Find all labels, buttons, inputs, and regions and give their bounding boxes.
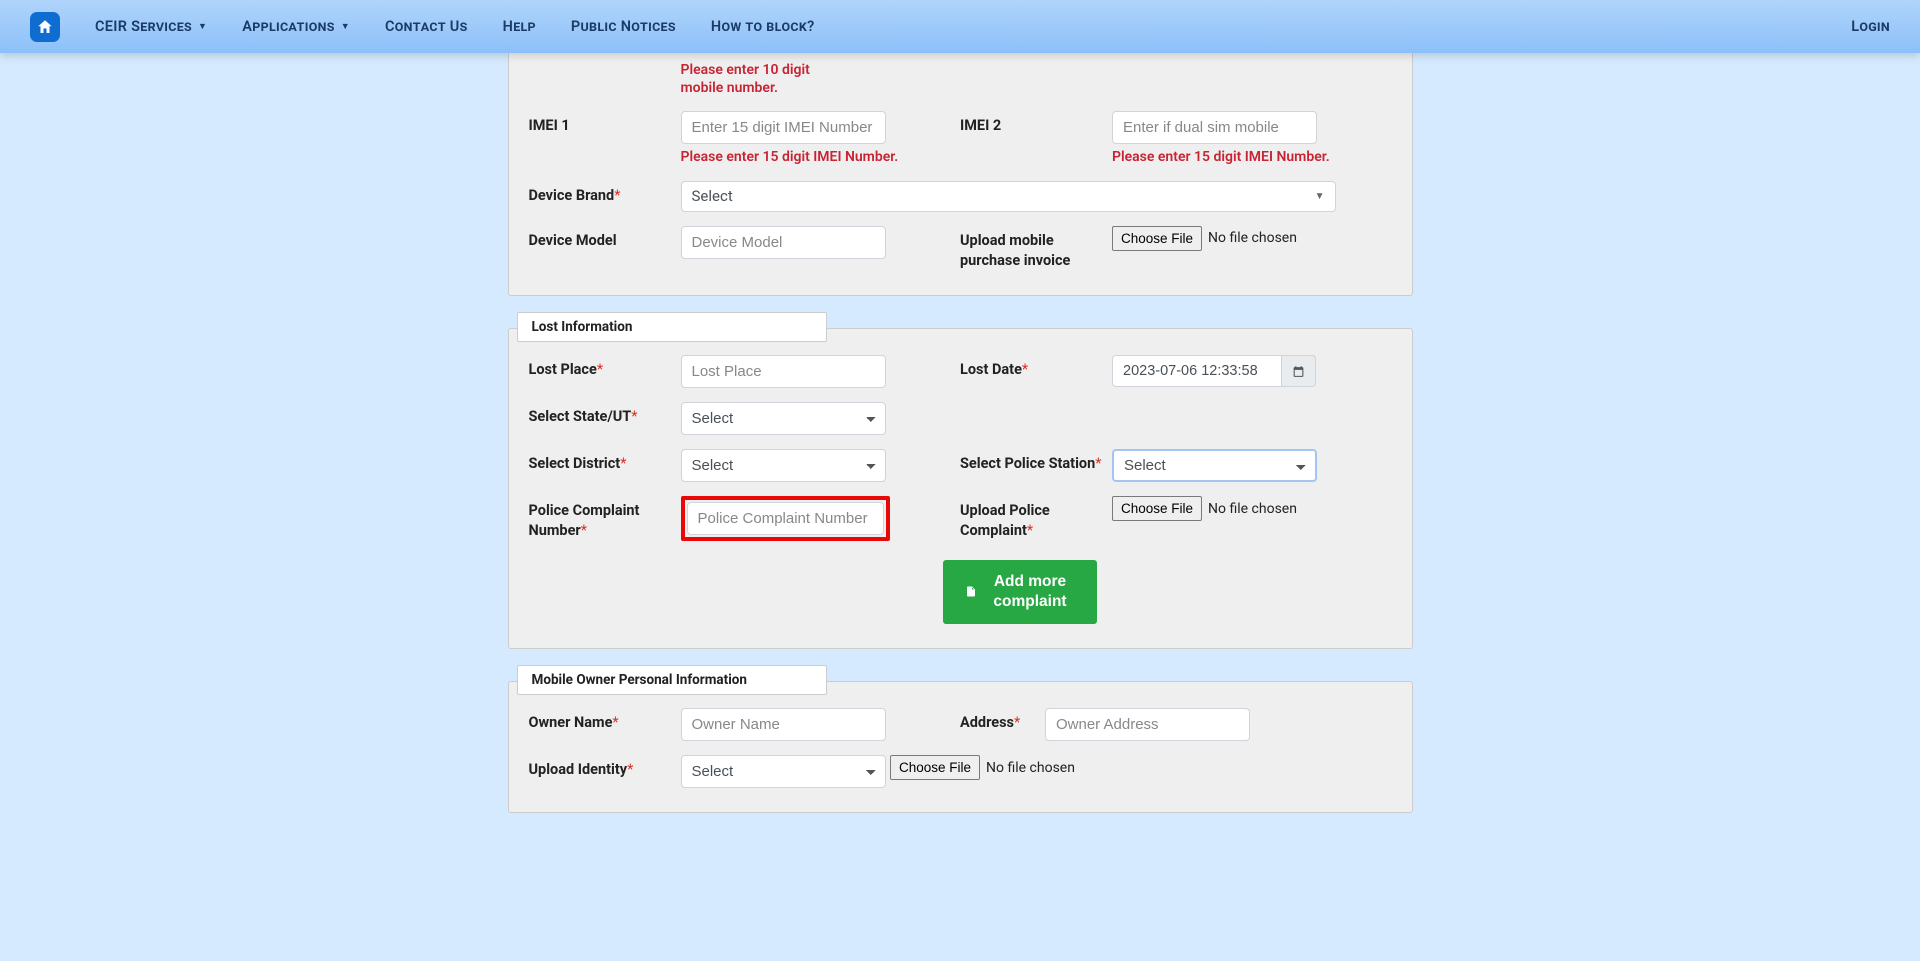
- login-link[interactable]: Login: [1851, 18, 1890, 35]
- police-station-label: Select Police Station*: [960, 449, 1112, 474]
- device-brand-label: Device Brand*: [529, 181, 681, 206]
- owner-info-fieldset: Mobile Owner Personal Information Owner …: [508, 681, 1413, 813]
- chevron-down-icon: ▼: [198, 21, 207, 32]
- lost-date-label: Lost Date*: [960, 355, 1112, 380]
- nav-label: How to block?: [711, 18, 815, 35]
- file-status-text: No file chosen: [1208, 501, 1297, 517]
- device-model-label: Device Model: [529, 226, 681, 251]
- complaint-file-input[interactable]: Choose File No file chosen: [1112, 496, 1392, 521]
- add-more-complaint-button[interactable]: Add more complaint: [943, 560, 1097, 624]
- calendar-icon: [1292, 365, 1305, 378]
- imei1-input[interactable]: [681, 111, 886, 144]
- chevron-down-icon: ▼: [341, 21, 350, 32]
- imei1-error: Please enter 15 digit IMEI Number.: [681, 148, 931, 166]
- nav-ceir-services[interactable]: CEIR Services ▼: [95, 18, 207, 35]
- navbar: CEIR Services▼ Applications▼ Contact Us …: [0, 0, 1920, 53]
- nav-label: CEIR Services: [95, 18, 192, 35]
- nav-contact-us[interactable]: Contact Us: [385, 18, 468, 35]
- button-label: Add more complaint: [985, 572, 1075, 612]
- document-icon: [965, 584, 977, 599]
- nav-public-notices[interactable]: Public Notices: [571, 18, 676, 35]
- invoice-file-input[interactable]: Choose File No file chosen: [1112, 226, 1392, 251]
- complaint-number-highlight: [681, 496, 890, 541]
- imei1-label: IMEI 1: [529, 111, 681, 136]
- select-value: Select: [692, 187, 733, 205]
- imei2-label: IMEI 2: [960, 111, 1112, 136]
- nav-label: Public Notices: [571, 18, 676, 35]
- address-label: Address*: [960, 708, 1045, 733]
- calendar-button[interactable]: [1282, 355, 1316, 387]
- device-info-fieldset: Please enter 10 digit mobile number. IME…: [508, 53, 1413, 296]
- nav-help[interactable]: Help: [503, 18, 536, 35]
- home-button[interactable]: [30, 12, 60, 42]
- state-label: Select State/UT*: [529, 402, 681, 427]
- choose-file-button[interactable]: Choose File: [1112, 496, 1202, 521]
- nav-label: Contact Us: [385, 18, 468, 35]
- nav-items: CEIR Services▼ Applications▼ Contact Us …: [95, 18, 1851, 35]
- identity-file-input[interactable]: Choose File No file chosen: [890, 755, 1392, 780]
- mobile-error: Please enter 10 digit mobile number.: [681, 61, 841, 97]
- lost-place-label: Lost Place*: [529, 355, 681, 380]
- police-station-select[interactable]: Select: [1112, 449, 1317, 482]
- choose-file-button[interactable]: Choose File: [1112, 226, 1202, 251]
- home-icon: [36, 18, 54, 36]
- owner-name-label: Owner Name*: [529, 708, 681, 733]
- complaint-number-label: Police Complaint Number*: [529, 496, 681, 542]
- owner-address-input[interactable]: [1045, 708, 1250, 741]
- identity-select[interactable]: Select: [681, 755, 886, 788]
- device-model-input[interactable]: [681, 226, 886, 259]
- nav-label: Applications: [242, 18, 334, 35]
- file-status-text: No file chosen: [986, 760, 1075, 776]
- nav-applications[interactable]: Applications ▼: [242, 18, 350, 35]
- imei2-input[interactable]: [1112, 111, 1317, 144]
- lost-date-input[interactable]: [1112, 355, 1282, 387]
- owner-name-input[interactable]: [681, 708, 886, 741]
- nav-how-to-block[interactable]: How to block?: [711, 18, 815, 35]
- caret-down-icon: ▼: [1315, 191, 1325, 202]
- upload-invoice-label: Upload mobile purchase invoice: [960, 226, 1112, 272]
- file-status-text: No file chosen: [1208, 230, 1297, 246]
- lost-place-input[interactable]: [681, 355, 886, 388]
- device-brand-select[interactable]: Select ▼: [681, 181, 1336, 212]
- owner-info-legend: Mobile Owner Personal Information: [517, 665, 827, 695]
- district-label: Select District*: [529, 449, 681, 474]
- nav-label: Help: [503, 18, 536, 35]
- imei2-error: Please enter 15 digit IMEI Number.: [1112, 148, 1362, 166]
- form-container: Please enter 10 digit mobile number. IME…: [508, 53, 1413, 813]
- district-select[interactable]: Select: [681, 449, 886, 482]
- complaint-number-input[interactable]: [687, 502, 884, 535]
- upload-identity-label: Upload Identity*: [529, 755, 681, 780]
- lost-info-legend: Lost Information: [517, 312, 827, 342]
- upload-complaint-label: Upload Police Complaint*: [960, 496, 1112, 542]
- choose-file-button[interactable]: Choose File: [890, 755, 980, 780]
- lost-info-fieldset: Lost Information Lost Place* Lost Date*: [508, 328, 1413, 649]
- page-background: Please enter 10 digit mobile number. IME…: [0, 53, 1920, 961]
- state-select[interactable]: Select: [681, 402, 886, 435]
